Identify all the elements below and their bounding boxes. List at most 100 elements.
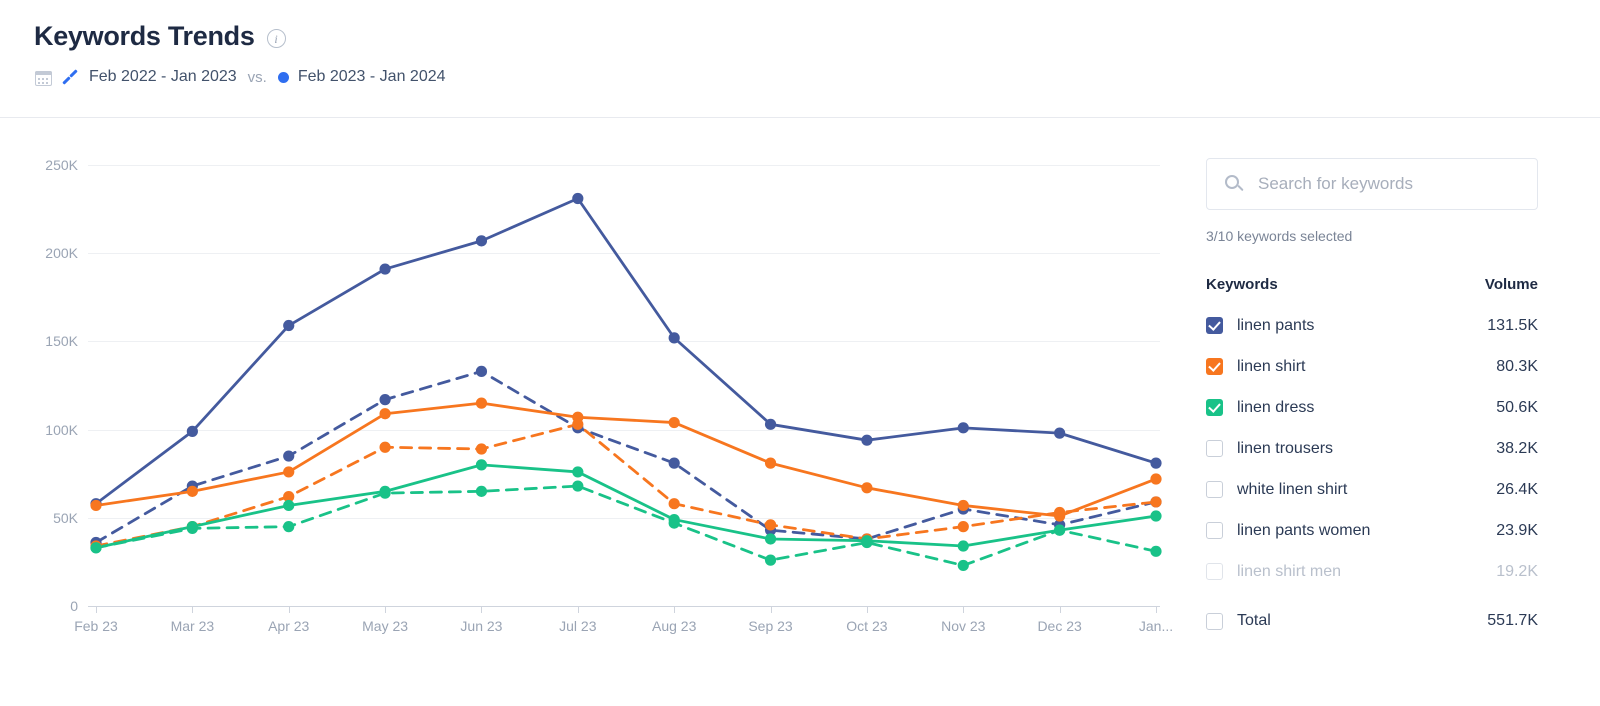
current-period-dot-marker-icon (277, 71, 289, 83)
keyword-label: linen dress (1237, 398, 1315, 416)
x-axis-tick-label: Dec 23 (1037, 618, 1082, 634)
data-point[interactable] (283, 466, 295, 478)
keyword-row[interactable]: linen pants 131.5K (1206, 305, 1538, 346)
column-header-volume: Volume (1484, 276, 1538, 293)
data-point[interactable] (861, 434, 873, 446)
data-point[interactable] (957, 559, 969, 572)
data-point[interactable] (668, 332, 680, 344)
data-point[interactable] (1054, 427, 1066, 439)
data-point[interactable] (475, 397, 488, 409)
data-point[interactable] (572, 480, 584, 492)
data-point[interactable] (957, 540, 969, 552)
data-point[interactable] (572, 418, 584, 430)
keywords-trends-widget: Keywords Trends i Feb 2022 - Jan 2023 vs… (0, 0, 1600, 706)
data-point[interactable] (283, 521, 295, 533)
keyword-volume: 23.9K (1496, 521, 1538, 539)
data-point[interactable] (1150, 496, 1162, 508)
data-point[interactable] (572, 192, 584, 205)
data-point[interactable] (283, 450, 295, 462)
x-axis-tick-label: Jul 23 (559, 618, 597, 634)
x-axis-tick-label: Jan... (1138, 618, 1174, 634)
y-axis-tick-label: 0 (70, 598, 78, 614)
info-icon[interactable]: i (266, 29, 286, 49)
keyword-volume: 38.2K (1496, 439, 1538, 457)
keyword-checkbox[interactable] (1206, 317, 1223, 334)
data-point[interactable] (90, 542, 102, 554)
data-point[interactable] (475, 485, 488, 497)
data-point[interactable] (764, 457, 777, 469)
keyword-checkbox[interactable] (1206, 481, 1223, 498)
y-axis-tick-label: 100K (45, 421, 78, 438)
search-icon (1225, 174, 1244, 194)
calendar-icon[interactable] (34, 68, 53, 87)
data-point[interactable] (668, 457, 680, 469)
widget-header: Keywords Trends i Feb 2022 - Jan 2023 vs… (0, 0, 1600, 87)
data-point[interactable] (668, 416, 680, 429)
y-axis-tick-label: 150K (45, 333, 78, 350)
keyword-checkbox[interactable] (1206, 399, 1223, 416)
data-point[interactable] (379, 263, 391, 275)
keyword-row[interactable]: linen pants women 23.9K (1206, 510, 1538, 551)
data-point[interactable] (283, 499, 295, 512)
data-point[interactable] (764, 554, 777, 566)
data-point[interactable] (957, 521, 969, 533)
search-placeholder: Search for keywords (1258, 174, 1413, 193)
plot-area: Feb 23 Mar 23 Apr 23 May 23 Jun 23 Jul 23 Aug … (74, 118, 1174, 706)
data-point[interactable] (1150, 473, 1162, 485)
data-point[interactable] (475, 459, 488, 471)
previous-period-label[interactable]: Feb 2022 - Jan 2023 (89, 68, 237, 86)
data-point[interactable] (957, 422, 969, 434)
keyword-checkbox[interactable] (1206, 440, 1223, 457)
keyword-row[interactable]: white linen shirt 26.4K (1206, 469, 1538, 510)
search-input[interactable]: Search for keywords (1206, 158, 1538, 210)
data-point[interactable] (283, 319, 295, 332)
data-point[interactable] (90, 499, 102, 512)
keyword-checkbox[interactable] (1206, 358, 1223, 375)
current-period-label[interactable]: Feb 2023 - Jan 2024 (298, 68, 446, 86)
data-point[interactable] (668, 498, 680, 510)
data-point[interactable] (186, 485, 198, 497)
data-point[interactable] (1054, 524, 1066, 536)
data-point[interactable] (475, 443, 488, 455)
data-point[interactable] (186, 425, 198, 437)
data-point[interactable] (764, 418, 777, 430)
keyword-row[interactable]: linen trousers 38.2K (1206, 428, 1538, 469)
data-point[interactable] (668, 517, 680, 529)
data-point[interactable] (764, 519, 777, 531)
y-axis: 0 50K 100K 150K 200K 250K (0, 118, 78, 706)
series-line (94, 369, 1158, 544)
data-point[interactable] (764, 533, 777, 545)
data-point[interactable] (379, 441, 391, 453)
data-point[interactable] (572, 466, 584, 478)
data-point[interactable] (475, 235, 488, 247)
series-line (94, 197, 1158, 506)
keyword-row[interactable]: linen dress 50.6K (1206, 387, 1538, 428)
keyword-checkbox[interactable] (1206, 522, 1223, 539)
data-point[interactable] (1150, 545, 1162, 557)
data-point[interactable] (379, 487, 391, 499)
total-checkbox[interactable] (1206, 612, 1223, 630)
keyword-label: linen trousers (1237, 439, 1334, 457)
total-row[interactable]: Total 551.7K (1206, 612, 1538, 630)
keyword-row[interactable]: linen shirt 80.3K (1206, 346, 1538, 387)
data-point[interactable] (1150, 510, 1162, 522)
data-point[interactable] (861, 482, 873, 494)
column-header-keywords: Keywords (1206, 276, 1278, 293)
x-axis-tick-label: Aug 23 (651, 618, 697, 634)
keyword-row: linen shirt men 19.2K (1206, 551, 1538, 592)
keywords-list: linen pants 131.5K linen shirt 80.3K linen d… (1206, 305, 1538, 592)
data-point[interactable] (957, 499, 969, 512)
data-point[interactable] (1150, 457, 1162, 469)
chart-lines (90, 192, 1162, 572)
data-point[interactable] (186, 522, 198, 534)
data-point[interactable] (475, 365, 488, 377)
keywords-table-header: Keywords Volume (1206, 276, 1538, 293)
data-point[interactable] (1054, 506, 1066, 519)
data-point[interactable] (379, 408, 391, 420)
keyword-label: linen pants women (1237, 521, 1371, 539)
x-axis-tick-label: Jun 23 (460, 618, 503, 634)
vs-label: vs. (247, 68, 267, 86)
data-point[interactable] (861, 536, 873, 549)
data-point[interactable] (379, 394, 391, 406)
keyword-volume: 80.3K (1496, 357, 1538, 375)
